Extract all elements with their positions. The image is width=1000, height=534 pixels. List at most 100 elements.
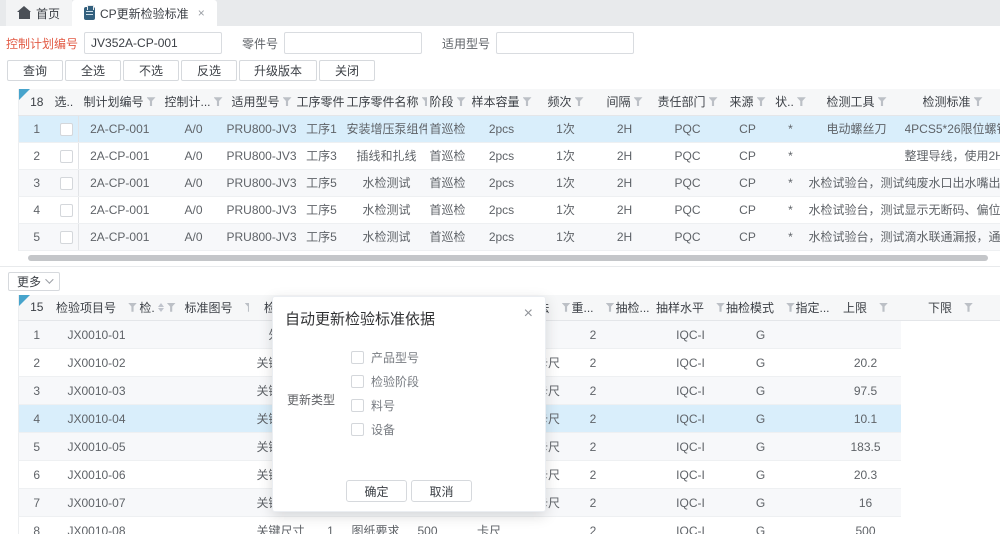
cell: JX0010-06 (55, 461, 139, 489)
table-row[interactable]: 8 JX0010-08 关键尺寸 1 图纸要求 500 卡尺 2 IQC-I G… (19, 517, 1000, 534)
filter-icon[interactable] (634, 97, 643, 106)
row-checkbox[interactable] (60, 123, 73, 136)
filter-icon[interactable] (797, 97, 806, 106)
column-header[interactable]: 上限 (831, 295, 901, 321)
confirm-button[interactable]: 确定 (346, 480, 407, 502)
table-row[interactable]: 4 2A-CP-001 A/0 PRU800-JV352/ 工序5 水检测试 首… (19, 196, 1000, 223)
row-checkbox[interactable] (60, 177, 73, 190)
update-type-option[interactable]: 产品型号 (351, 345, 419, 369)
cell: 10.1 (831, 405, 901, 433)
filter-icon[interactable] (562, 303, 571, 312)
applicable-model-input[interactable] (496, 32, 634, 54)
option-checkbox[interactable] (351, 351, 364, 364)
column-header-label: 上限 (843, 299, 867, 316)
filter-icon[interactable] (147, 97, 156, 106)
update-type-option[interactable]: 设备 (351, 417, 419, 441)
option-checkbox[interactable] (351, 375, 364, 388)
column-header[interactable]: 选.. (55, 89, 79, 115)
column-header[interactable]: 下限 (901, 295, 1000, 321)
column-header[interactable]: 检. (139, 295, 177, 321)
query-button[interactable]: 查询 (7, 60, 63, 81)
column-header[interactable]: 指定... (796, 295, 831, 321)
column-header[interactable]: 检测工具 (809, 89, 905, 115)
column-header[interactable]: 检测标准 (905, 89, 1000, 115)
cell: G (726, 405, 796, 433)
filter-icon[interactable] (757, 97, 766, 106)
close-button[interactable]: 关闭 (319, 60, 375, 81)
column-header[interactable]: 责任部门 (653, 89, 723, 115)
upgrade-version-button[interactable]: 升级版本 (239, 60, 317, 81)
update-type-option[interactable]: 检验阶段 (351, 369, 419, 393)
column-header[interactable]: 阶段 (427, 89, 469, 115)
cell (55, 196, 79, 223)
part-no-input[interactable] (284, 32, 422, 54)
cell (796, 321, 831, 349)
select-all-button[interactable]: 全选 (65, 60, 121, 81)
filter-icon[interactable] (167, 303, 176, 312)
column-header[interactable]: 频次 (535, 89, 597, 115)
column-header[interactable]: 抽样水平 (656, 295, 726, 321)
table1-corner-cell[interactable]: 18 (19, 89, 55, 115)
filter-icon[interactable] (457, 97, 466, 106)
column-header[interactable]: 抽检模式 (726, 295, 796, 321)
table2-row-count: 15 (30, 300, 43, 314)
column-header[interactable]: 间隔 (597, 89, 653, 115)
chevron-down-icon (45, 275, 53, 283)
column-header-label: 工序零件名称 (347, 93, 419, 110)
horizontal-scrollbar[interactable] (28, 255, 988, 261)
filter-icon[interactable] (964, 303, 973, 312)
tab-home[interactable]: 首页 (6, 0, 72, 26)
column-header[interactable]: 抽检... (616, 295, 656, 321)
table-row[interactable]: 1 2A-CP-001 A/0 PRU800-JV352/ 工序1 安装增压泵组… (19, 115, 1000, 142)
column-header[interactable]: 来源 (723, 89, 773, 115)
sort-icon[interactable] (158, 303, 164, 312)
more-button[interactable]: 更多 (8, 272, 60, 291)
filter-icon[interactable] (128, 303, 137, 312)
row-checkbox[interactable] (60, 231, 73, 244)
cell: 电动螺丝刀 (809, 115, 905, 142)
column-header[interactable]: 标准图号 (177, 295, 249, 321)
column-header[interactable]: 检验项目号 (55, 295, 139, 321)
filter-icon[interactable] (523, 97, 532, 106)
cell (809, 142, 905, 169)
dialog-close-icon[interactable]: × (524, 306, 533, 322)
table-row[interactable]: 2 2A-CP-001 A/0 PRU800-JV352/ 工序3 插线和扎线 … (19, 142, 1000, 169)
column-header[interactable]: 制计划编号 (79, 89, 161, 115)
filter-icon[interactable] (709, 97, 718, 106)
table2-corner-cell[interactable]: 15 (19, 295, 55, 321)
column-header[interactable]: 适用型号 (227, 89, 297, 115)
filter-icon[interactable] (214, 97, 223, 106)
filter-icon[interactable] (606, 303, 615, 312)
column-header[interactable]: 重... (571, 295, 616, 321)
column-header[interactable]: 工序零件名称 (347, 89, 427, 115)
cell (139, 517, 177, 534)
update-type-option[interactable]: 料号 (351, 393, 419, 417)
filter-icon[interactable] (716, 303, 725, 312)
tab-close-icon[interactable]: × (198, 6, 205, 20)
control-plan-no-input[interactable] (84, 32, 222, 54)
column-header[interactable]: 控制计... (161, 89, 227, 115)
cell: * (773, 142, 809, 169)
toolbar: 查询 全选 不选 反选 升级版本 关闭 (0, 60, 1000, 81)
filter-icon[interactable] (879, 303, 888, 312)
option-checkbox[interactable] (351, 423, 364, 436)
column-header-label: 制计划编号 (83, 93, 143, 110)
filter-icon[interactable] (786, 303, 795, 312)
filter-icon[interactable] (878, 97, 887, 106)
option-checkbox[interactable] (351, 399, 364, 412)
invert-select-button[interactable]: 反选 (181, 60, 237, 81)
table-row[interactable]: 5 2A-CP-001 A/0 PRU800-JV352/ 工序5 水检测试 首… (19, 223, 1000, 250)
cancel-button[interactable]: 取消 (411, 480, 472, 502)
tab-cp-update-standard[interactable]: CP更新检验标准 × (72, 0, 217, 26)
row-number: 5 (19, 433, 55, 461)
filter-icon[interactable] (575, 97, 584, 106)
table-row[interactable]: 3 2A-CP-001 A/0 PRU800-JV352/ 工序5 水检测试 首… (19, 169, 1000, 196)
column-header[interactable]: 样本容量 (469, 89, 535, 115)
filter-icon[interactable] (974, 97, 983, 106)
row-checkbox[interactable] (60, 204, 73, 217)
column-header[interactable]: 状.. (773, 89, 809, 115)
column-header[interactable]: 工序零件 (297, 89, 347, 115)
select-none-button[interactable]: 不选 (123, 60, 179, 81)
filter-icon[interactable] (283, 97, 292, 106)
row-checkbox[interactable] (60, 150, 73, 163)
